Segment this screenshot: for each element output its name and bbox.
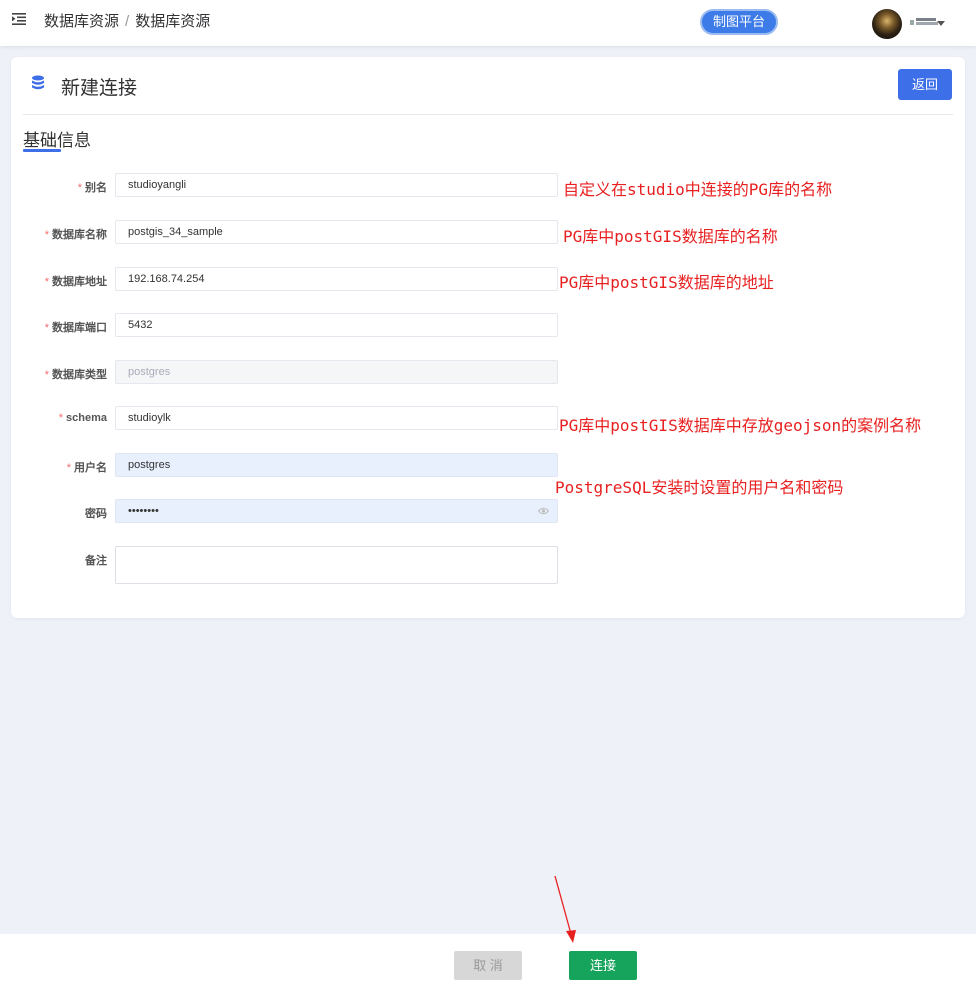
username-label: * 用户名 [11, 459, 107, 475]
required-mark: * [44, 276, 49, 288]
section-underline [23, 149, 61, 152]
db-port-input[interactable]: 5432 [115, 313, 558, 337]
label-text: 数据库地址 [52, 276, 107, 288]
caret-down-icon[interactable] [937, 21, 945, 26]
alias-label: * 别名 [11, 179, 107, 195]
remark-label: 备注 [11, 552, 107, 568]
annotation-credentials: PostgreSQL安装时设置的用户名和密码 [555, 478, 844, 497]
top-bar: 数据库资源 / 数据库资源 制图平台 [0, 0, 976, 46]
schema-label: * schema [11, 412, 107, 424]
db-host-input[interactable]: 192.168.74.254 [115, 267, 558, 291]
required-mark: * [77, 182, 82, 194]
required-mark: * [44, 229, 49, 241]
annotation-arrow-icon [554, 875, 576, 943]
db-type-input: postgres [115, 360, 558, 384]
annotation-db-host: PG库中postGIS数据库的地址 [559, 273, 774, 292]
label-text: 数据库类型 [52, 369, 107, 381]
schema-input[interactable]: studioylk [115, 406, 558, 430]
breadcrumb: 数据库资源 / 数据库资源 [44, 10, 210, 31]
breadcrumb-item[interactable]: 数据库资源 [44, 13, 119, 30]
label-text: 数据库端口 [52, 322, 107, 334]
required-mark: * [44, 369, 49, 381]
username-redacted[interactable] [910, 18, 940, 26]
label-text: 别名 [85, 182, 107, 194]
platform-button[interactable]: 制图平台 [700, 9, 778, 35]
annotation-db-name: PG库中postGIS数据库的名称 [563, 227, 778, 246]
annotation-schema: PG库中postGIS数据库中存放geojson的案例名称 [559, 416, 922, 435]
db-name-label: * 数据库名称 [11, 226, 107, 242]
page-title: 新建连接 [61, 78, 138, 99]
remark-textarea[interactable] [115, 546, 558, 584]
menu-fold-icon[interactable] [12, 12, 26, 26]
password-value: •••••••• [128, 505, 159, 517]
required-mark: * [44, 322, 49, 334]
password-label: 密码 [11, 505, 107, 521]
db-host-label: * 数据库地址 [11, 273, 107, 289]
label-text: 密码 [85, 508, 107, 520]
section-title: 基础信息 [23, 131, 91, 150]
label-text: 用户名 [74, 462, 107, 474]
required-mark: * [66, 462, 71, 474]
divider [23, 114, 953, 115]
annotation-alias: 自定义在studio中连接的PG库的名称 [563, 180, 833, 199]
avatar[interactable] [872, 9, 902, 39]
breadcrumb-separator: / [125, 13, 130, 30]
db-type-label: * 数据库类型 [11, 366, 107, 382]
footer-bar: 取 消 连接 [0, 934, 976, 995]
connection-card: 新建连接 返回 基础信息 * 别名 studioyangli * 数据库名称 pos… [11, 57, 965, 618]
db-name-input[interactable]: postgis_34_sample [115, 220, 558, 244]
required-mark: * [58, 412, 64, 424]
alias-input[interactable]: studioyangli [115, 173, 558, 197]
breadcrumb-item-current: 数据库资源 [135, 13, 211, 30]
back-button[interactable]: 返回 [898, 69, 952, 100]
username-input[interactable]: postgres [115, 453, 558, 477]
label-text: schema [66, 412, 107, 424]
cancel-button[interactable]: 取 消 [454, 951, 522, 980]
eye-icon[interactable] [538, 506, 549, 516]
database-icon [32, 75, 44, 90]
db-port-label: * 数据库端口 [11, 319, 107, 335]
label-text: 备注 [85, 555, 107, 567]
connect-button[interactable]: 连接 [569, 951, 637, 980]
password-input[interactable]: •••••••• [115, 499, 558, 523]
label-text: 数据库名称 [52, 229, 107, 241]
